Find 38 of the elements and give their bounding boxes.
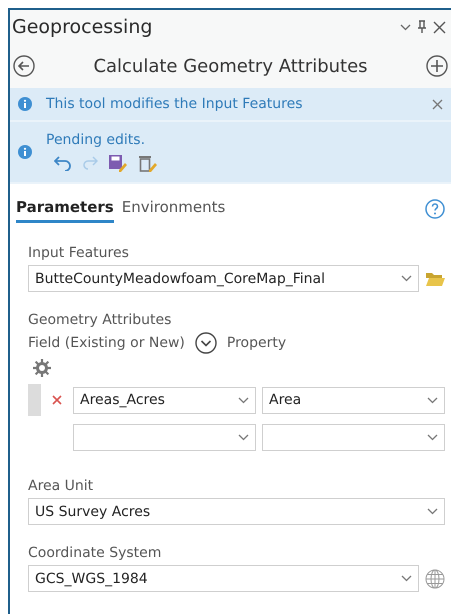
caret-icon [401,575,412,582]
message-text: This tool modifies the Input Features [46,96,304,112]
field-dropdown[interactable]: Areas_Acres [73,386,256,414]
field-label: Geometry Attributes [28,312,172,328]
caret-icon [427,508,438,515]
discard-edits-icon[interactable] [138,154,158,172]
caret-icon [238,434,249,440]
property-dropdown[interactable]: Area [262,386,445,414]
gear-icon[interactable] [32,358,52,378]
undo-icon[interactable] [54,155,72,171]
info-icon [18,145,32,159]
column-header: Property [226,335,286,351]
tab[interactable]: Parameters [16,194,114,223]
caret-icon [427,434,438,440]
field-label: Input Features [28,245,130,261]
caret-icon [238,396,249,404]
tab[interactable]: Environments [122,194,226,223]
column-header: Field (Existing or New) [28,335,185,351]
info-icon [18,97,32,111]
save-edits-icon[interactable] [108,154,128,172]
tool-title: Calculate Geometry Attributes [92,56,369,76]
message-text: Pending edits. [46,132,146,148]
field-label: Coordinate System [28,545,162,561]
caret-icon [427,396,438,404]
coordinate-system-dropdown[interactable]: GCS_WGS_1984 [28,565,419,592]
expand-icon[interactable] [194,332,217,354]
field-dropdown[interactable] [73,424,256,450]
folder-icon[interactable] [425,270,445,286]
globe-icon[interactable] [425,568,445,588]
input-features-dropdown[interactable]: ButteCountyMeadowfoam_CoreMap_Final [28,265,419,292]
help-icon[interactable] [425,198,445,218]
remove-icon[interactable] [52,395,62,405]
area-unit-dropdown[interactable]: US Survey Acres [28,498,445,525]
pane-title: Geoprocessing [12,16,154,38]
close-icon[interactable] [432,98,443,110]
row-handle[interactable] [28,384,41,416]
caret-icon [401,275,412,282]
field-label: Area Unit [28,478,94,494]
